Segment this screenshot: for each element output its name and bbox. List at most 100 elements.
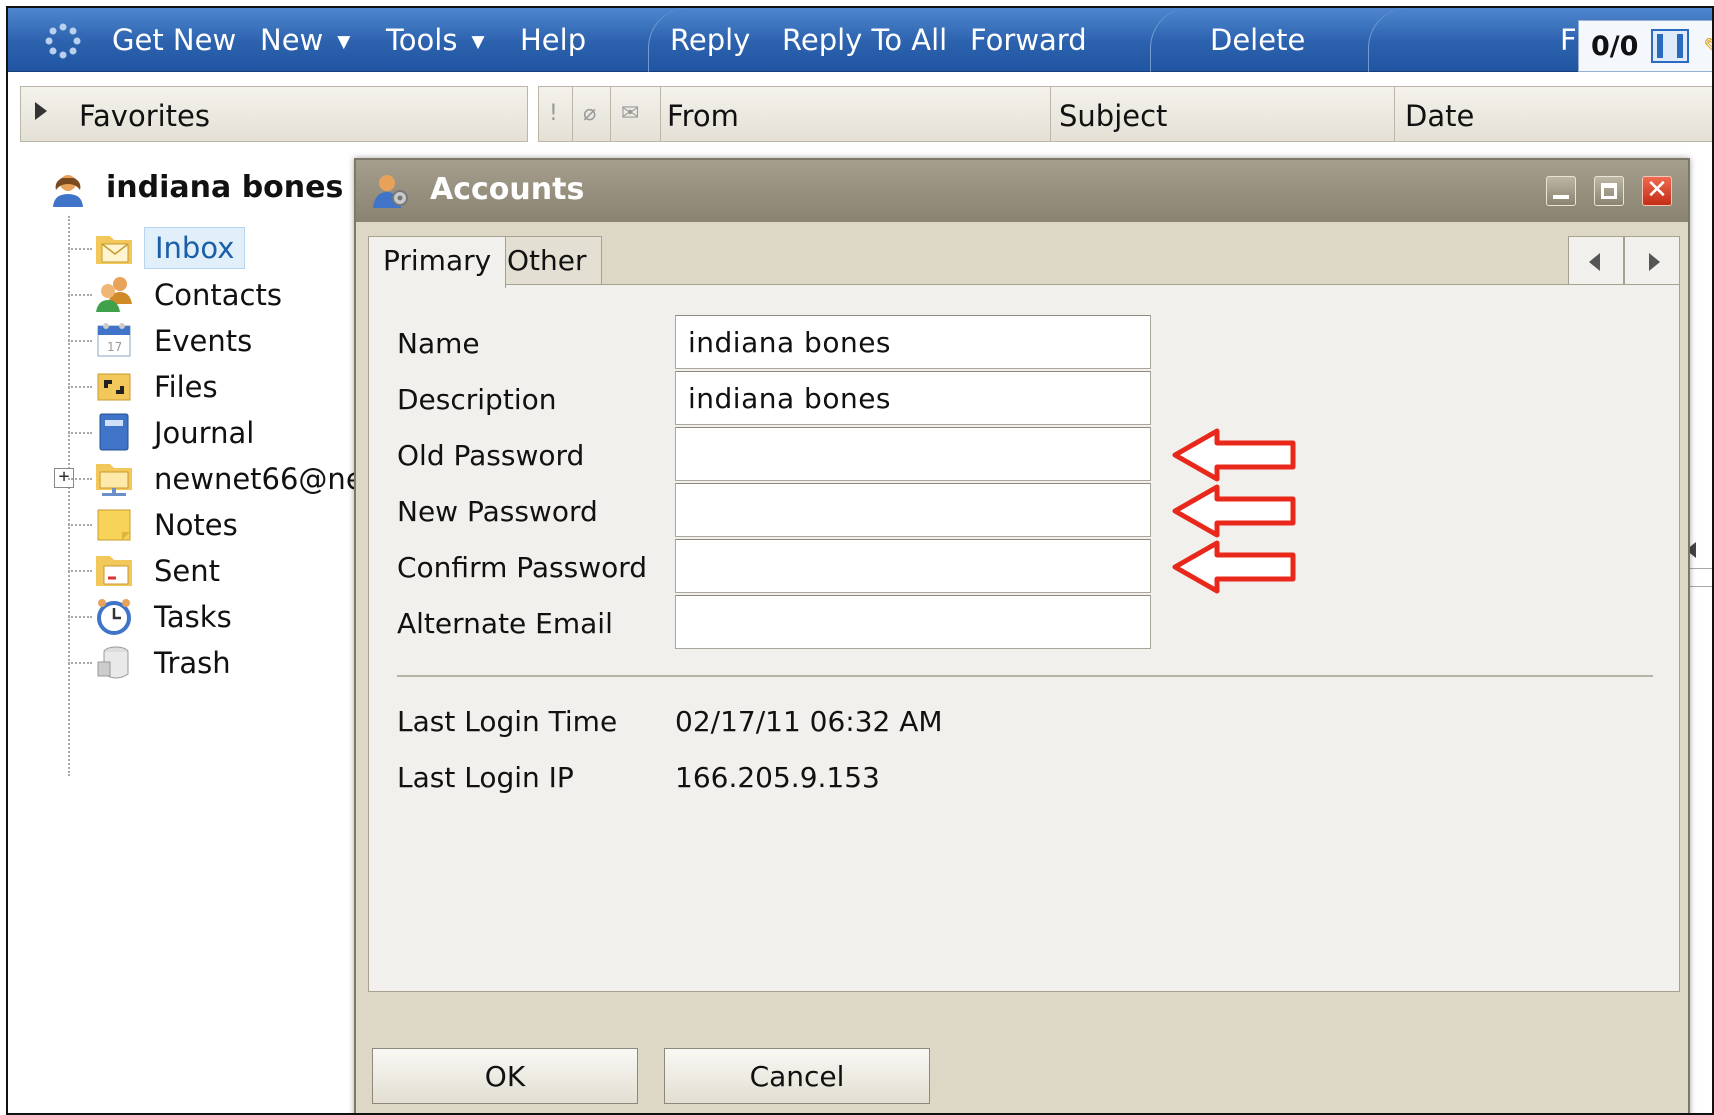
- ok-button[interactable]: OK: [372, 1048, 638, 1104]
- folder-label: Files: [154, 370, 218, 404]
- old-password-field[interactable]: [675, 427, 1151, 481]
- chevron-down-icon: ▼: [471, 32, 485, 52]
- folder-trash[interactable]: Trash: [68, 640, 368, 686]
- name-field[interactable]: [675, 315, 1151, 369]
- app-logo-icon: [45, 23, 81, 59]
- favorites-label: Favorites: [79, 99, 210, 133]
- new-menu-button[interactable]: New ▼: [260, 8, 350, 72]
- dialog-title-bar[interactable]: Accounts ✕: [356, 160, 1688, 222]
- description-field[interactable]: [675, 371, 1151, 425]
- chevron-down-icon: ▼: [337, 32, 351, 52]
- folder-sent[interactable]: Sent: [68, 548, 368, 594]
- alternate-email-label: Alternate Email: [397, 607, 613, 640]
- chevron-right-icon: [1649, 253, 1660, 271]
- tab-scroll-left-button[interactable]: [1568, 236, 1624, 286]
- column-priority[interactable]: !: [539, 87, 573, 141]
- truncated-toolbar-item[interactable]: F: [1560, 8, 1577, 72]
- confirm-password-field[interactable]: [675, 539, 1151, 593]
- folder-label: Contacts: [154, 278, 282, 312]
- dialog-tabs: Primary Other: [368, 236, 1680, 288]
- folder-notes[interactable]: Notes: [68, 502, 368, 548]
- new-label: New: [260, 23, 324, 57]
- trash-icon: [97, 646, 129, 679]
- tasks-icon: [97, 599, 131, 635]
- folder-label: Inbox: [144, 227, 246, 269]
- chevron-left-icon: [1589, 253, 1600, 271]
- reply-button[interactable]: Reply: [670, 8, 750, 72]
- folder-events[interactable]: 17 Events: [68, 318, 368, 364]
- toolbar-divider: [1368, 8, 1428, 72]
- tab-primary[interactable]: Primary: [368, 236, 507, 288]
- toolbar-divider: [1150, 8, 1210, 72]
- last-login-ip-value: 166.205.9.153: [675, 761, 880, 794]
- folder-inbox[interactable]: Inbox: [68, 226, 368, 272]
- main-toolbar: Get New New ▼ Tools ▼ Help Reply Reply To …: [8, 8, 1712, 72]
- folder-contacts[interactable]: Contacts: [68, 272, 368, 318]
- folder-tree: indiana bones Inbox Contacts 17 Events F…: [20, 146, 387, 1106]
- reply-to-all-button[interactable]: Reply To All: [782, 8, 947, 72]
- paperclip-icon: ⌀: [583, 101, 597, 126]
- confirm-password-label: Confirm Password: [397, 551, 648, 584]
- forward-button[interactable]: Forward: [970, 8, 1087, 72]
- folder-journal[interactable]: Journal: [68, 410, 368, 456]
- new-password-field[interactable]: [675, 483, 1151, 537]
- folder-label: Events: [154, 324, 253, 358]
- folder-files[interactable]: Files: [68, 364, 368, 410]
- annotation-arrow-icon: [1172, 540, 1296, 594]
- favorites-bar[interactable]: Favorites: [20, 86, 528, 142]
- column-subject[interactable]: Subject: [1051, 87, 1395, 141]
- folder-label: Journal: [154, 416, 255, 450]
- name-label: Name: [397, 327, 480, 360]
- cancel-button[interactable]: Cancel: [664, 1048, 930, 1104]
- notes-icon: [97, 509, 131, 541]
- accounts-dialog: Accounts ✕ Primary Other Name Descriptio…: [354, 158, 1690, 1113]
- envelope-icon: ✉: [621, 101, 640, 126]
- tab-other[interactable]: Other: [492, 236, 602, 286]
- expand-arrow-icon[interactable]: [35, 102, 47, 120]
- column-date-label: Date: [1405, 99, 1475, 133]
- column-subject-label: Subject: [1059, 99, 1168, 133]
- column-from-label: From: [667, 99, 739, 133]
- old-password-label: Old Password: [397, 439, 585, 472]
- journal-icon: [99, 413, 129, 451]
- priority-icon: !: [549, 101, 558, 126]
- tools-label: Tools: [386, 23, 458, 57]
- pin-icon[interactable]: ✎: [1703, 33, 1712, 61]
- message-counter: 0/0: [1591, 31, 1639, 62]
- description-label: Description: [397, 383, 557, 416]
- get-new-button[interactable]: Get New: [112, 8, 236, 72]
- new-password-label: New Password: [397, 495, 598, 528]
- layout-toggle-icon[interactable]: [1651, 29, 1689, 63]
- column-read-status[interactable]: ✉: [611, 87, 661, 141]
- svg-text:17: 17: [107, 340, 122, 354]
- column-date[interactable]: Date: [1395, 87, 1712, 141]
- contacts-icon: [96, 277, 132, 312]
- folder-tasks[interactable]: Tasks: [68, 594, 368, 640]
- annotation-arrow-icon: [1172, 484, 1296, 538]
- minimize-icon[interactable]: [1546, 176, 1576, 206]
- tools-menu-button[interactable]: Tools ▼: [386, 8, 485, 72]
- message-counter-box: 0/0 ✎: [1578, 20, 1712, 72]
- calendar-icon: 17: [97, 323, 131, 357]
- accounts-icon: [373, 175, 408, 208]
- close-icon[interactable]: ✕: [1642, 175, 1672, 206]
- column-from[interactable]: From: [661, 87, 1051, 141]
- last-login-time-label: Last Login Time: [397, 705, 618, 738]
- folder-mail-account[interactable]: + newnet66@new: [54, 456, 387, 502]
- folder-label: Trash: [154, 646, 231, 680]
- account-name[interactable]: indiana bones: [106, 170, 343, 205]
- folder-label: newnet66@new: [154, 462, 388, 496]
- user-icon: [53, 175, 83, 207]
- primary-tab-panel: Name Description Old Password New Passwo…: [368, 284, 1680, 992]
- inbox-icon: [96, 236, 132, 264]
- delete-button[interactable]: Delete: [1210, 8, 1305, 72]
- folder-label: Tasks: [154, 600, 232, 634]
- alternate-email-field[interactable]: [675, 595, 1151, 649]
- section-divider: [397, 675, 1653, 677]
- last-login-ip-label: Last Login IP: [397, 761, 574, 794]
- column-attachment[interactable]: ⌀: [573, 87, 611, 141]
- help-button[interactable]: Help: [520, 8, 586, 72]
- maximize-icon[interactable]: [1594, 176, 1624, 206]
- dialog-title: Accounts: [430, 172, 585, 207]
- tab-scroll-right-button[interactable]: [1624, 236, 1680, 286]
